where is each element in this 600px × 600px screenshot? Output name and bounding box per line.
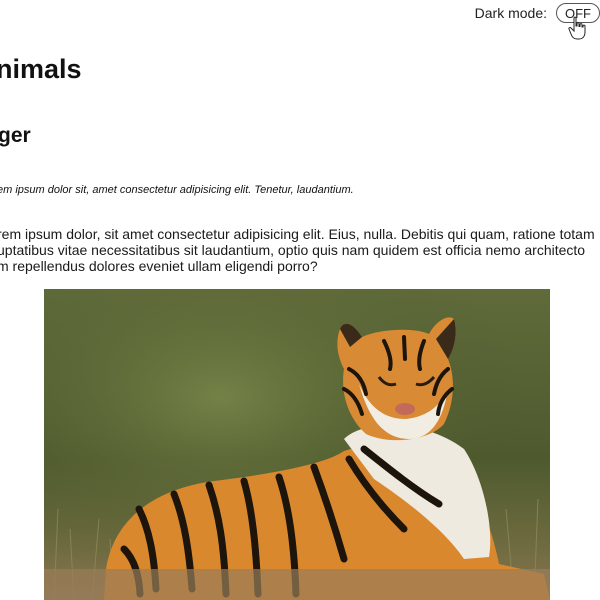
hand-cursor-icon [568,16,586,40]
article-body-line: m repellendus dolores eveniet ullam elig… [0,258,318,274]
article-body-line: rem ipsum dolor, sit amet consectetur ad… [0,226,595,242]
tiger-photo-illustration [44,289,550,600]
site-title: nimals [0,54,82,84]
dark-mode-label: Dark mode: [474,5,547,21]
page: Dark mode: OFF nimals ger em ipsum dolor… [0,0,600,600]
article-title: ger [0,124,31,147]
article-subtitle: em ipsum dolor sit, amet consectetur adi… [0,184,354,196]
tiger-photo [44,289,550,600]
article-body-line: uptatibus vitae necessitatibus sit lauda… [0,242,586,258]
article-body: rem ipsum dolor, sit amet consectetur ad… [0,226,600,274]
